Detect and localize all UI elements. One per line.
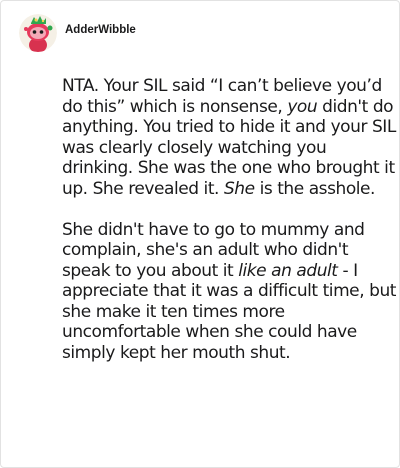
emphasis-text: like an adult	[238, 260, 338, 281]
emphasis-text: you	[287, 96, 318, 117]
comment-card: AdderWibble NTA. Your SIL said “I can’t …	[0, 0, 400, 468]
comment-paragraph: NTA. Your SIL said “I can’t believe you’…	[62, 76, 397, 199]
username[interactable]: AdderWibble	[65, 24, 136, 36]
paragraph-text: is the asshole.	[254, 178, 376, 199]
comment-paragraph: She didn't have to go to mummy and compl…	[62, 220, 397, 364]
comment-header: AdderWibble	[19, 13, 136, 53]
emphasis-text: She	[223, 178, 255, 199]
comment-body: NTA. Your SIL said “I can’t believe you’…	[62, 76, 397, 363]
snoo-avatar-icon[interactable]	[19, 14, 57, 52]
